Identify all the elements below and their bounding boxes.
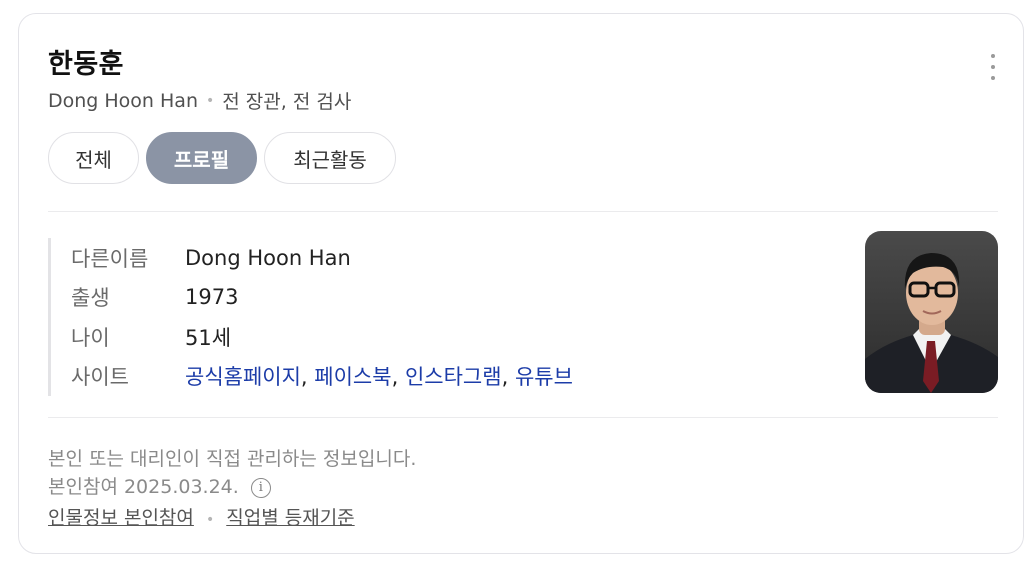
info-row-age: 나이 51세 xyxy=(71,317,573,357)
site-separator: , xyxy=(391,365,399,390)
tab-all[interactable]: 전체 xyxy=(48,132,139,184)
listing-criteria-link[interactable]: 직업별 등재기준 xyxy=(226,507,354,529)
alias-label: 다른이름 xyxy=(71,246,149,271)
tab-recent-activity[interactable]: 최근활동 xyxy=(264,132,396,184)
instagram-link[interactable]: 인스타그램 xyxy=(405,365,502,389)
profile-english-name: Dong Hoon Han xyxy=(48,89,198,112)
profile-tabs: 전체 프로필 최근활동 xyxy=(48,132,396,184)
management-notice: 본인 또는 대리인이 직접 관리하는 정보입니다. xyxy=(48,448,417,470)
info-circle-icon[interactable]: i xyxy=(250,477,271,498)
facebook-link[interactable]: 페이스북 xyxy=(314,365,391,389)
birth-value: 1973 xyxy=(185,285,239,310)
self-participation-link[interactable]: 인물정보 본인참여 xyxy=(48,507,194,529)
more-options-icon[interactable] xyxy=(989,54,997,80)
profile-photo[interactable] xyxy=(865,231,998,393)
info-row-birth: 출생 1973 xyxy=(71,278,573,318)
profile-description: 전 장관, 전 검사 xyxy=(222,91,352,113)
separator-dot: • xyxy=(206,92,215,109)
site-separator: , xyxy=(300,365,308,390)
alias-value: Dong Hoon Han xyxy=(185,245,351,270)
profile-card: 한동훈 Dong Hoon Han • 전 장관, 전 검사 전체 프로필 최근… xyxy=(18,13,1024,554)
participation-date-line: 본인참여 2025.03.24. i xyxy=(48,472,271,499)
footer-links: 인물정보 본인참여 • 직업별 등재기준 xyxy=(48,503,355,530)
separator-dot: • xyxy=(205,512,215,528)
info-row-sites: 사이트 공식홈페이지, 페이스북, 인스타그램, 유튜브 xyxy=(71,357,573,397)
birth-label: 출생 xyxy=(71,286,110,311)
divider xyxy=(48,417,998,418)
site-separator: , xyxy=(501,365,509,390)
site-links: 공식홈페이지, 페이스북, 인스타그램, 유튜브 xyxy=(185,361,573,391)
youtube-link[interactable]: 유튜브 xyxy=(515,365,573,389)
profile-info-list: 다른이름 Dong Hoon Han 출생 1973 나이 51세 사이트 공식… xyxy=(48,238,573,396)
tab-profile[interactable]: 프로필 xyxy=(146,132,257,184)
info-row-alias: 다른이름 Dong Hoon Han xyxy=(71,238,573,278)
profile-subtitle: Dong Hoon Han • 전 장관, 전 검사 xyxy=(48,87,351,114)
age-value: 51세 xyxy=(185,325,232,350)
official-homepage-link[interactable]: 공식홈페이지 xyxy=(185,365,301,389)
profile-name: 한동훈 xyxy=(48,49,125,80)
age-label: 나이 xyxy=(71,325,110,350)
site-label: 사이트 xyxy=(71,365,129,390)
divider xyxy=(48,211,998,212)
participation-date: 본인참여 2025.03.24. xyxy=(48,476,239,498)
